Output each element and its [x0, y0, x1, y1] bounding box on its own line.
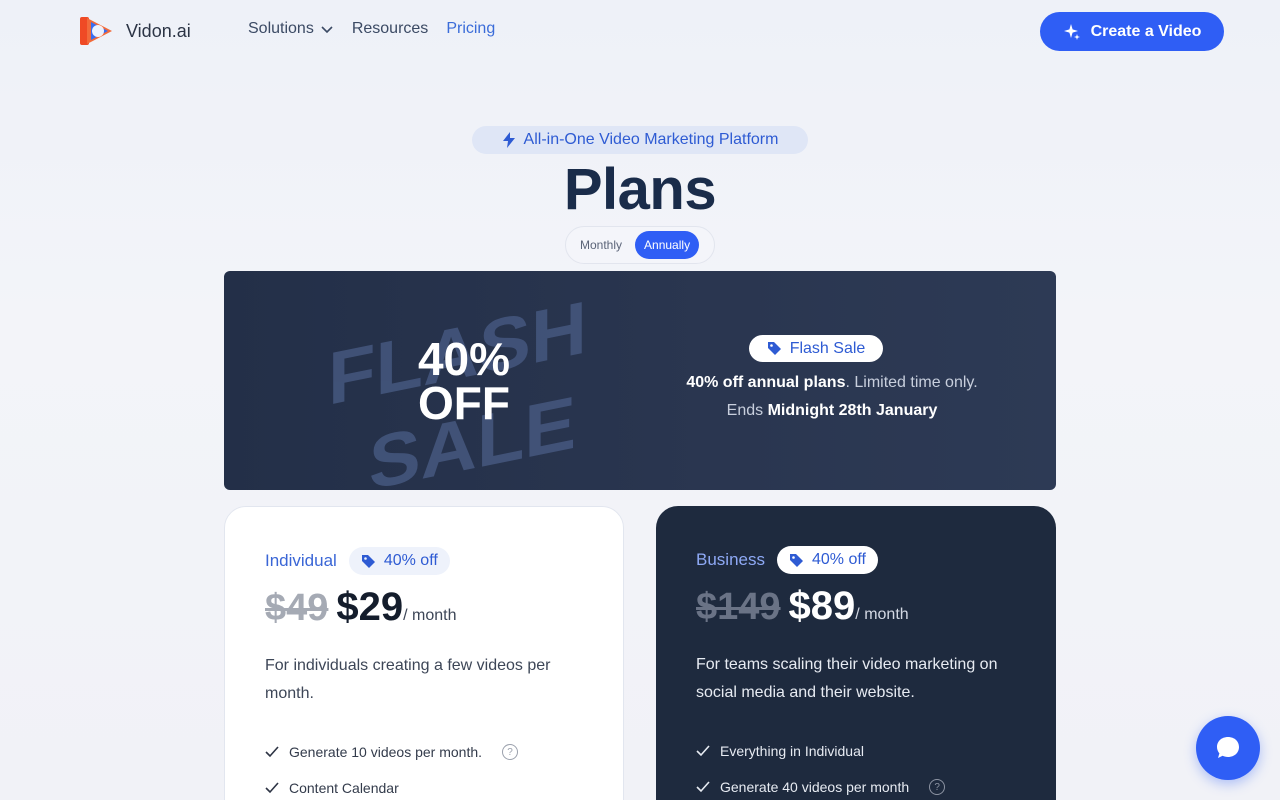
flash-sale-banner: FLASH SALE 40% OFF Flash Sale 40% off an… — [224, 271, 1056, 490]
old-price: $49 — [265, 587, 329, 629]
nav-item-label: Solutions — [248, 20, 314, 37]
sale-detail-rest: . Limited time only. — [845, 374, 978, 391]
plan-card-individual: Individual 40% off $49 $29 / month For i… — [224, 506, 624, 800]
billing-toggle: Monthly Annually — [565, 226, 715, 264]
feature-item: Content Calendar — [265, 770, 583, 800]
discount-label: 40% off — [811, 551, 866, 568]
platform-badge: All-in-One Video Marketing Platform — [472, 126, 808, 154]
tag-icon — [789, 553, 803, 567]
feature-label: Content Calendar — [289, 780, 399, 796]
badge-label: All-in-One Video Marketing Platform — [523, 131, 779, 148]
help-icon[interactable]: ? — [929, 779, 946, 795]
sparkle-icon — [1063, 23, 1080, 40]
check-icon — [696, 781, 710, 793]
sale-end-bold: Midnight 28th January — [767, 402, 938, 419]
feature-item: Generate 40 videos per month ? — [696, 769, 1016, 800]
nav-item-label: Pricing — [446, 20, 496, 37]
plan-description: For individuals creating a few videos pe… — [265, 657, 551, 702]
chat-widget-button[interactable] — [1196, 716, 1260, 780]
brand-name: Vidon.ai — [126, 20, 191, 41]
discount-chip: 40% off — [348, 547, 450, 575]
nav-item-resources[interactable]: Resources — [352, 20, 428, 38]
check-icon — [265, 746, 279, 758]
tag-icon — [361, 554, 375, 568]
sale-end-date: Ends Midnight 28th January — [224, 402, 1056, 420]
feature-label: Generate 40 videos per month — [720, 779, 910, 795]
logo-icon — [80, 17, 112, 45]
old-price: $149 — [696, 586, 781, 628]
feature-list: Everything in Individual Generate 40 vid… — [696, 733, 1016, 800]
brand-logo[interactable]: Vidon.ai — [80, 16, 191, 46]
top-nav: Vidon.ai Solutions Resources Pricing Cre… — [0, 0, 1280, 62]
tag-icon — [767, 342, 781, 355]
sale-detail-bold: 40% off annual plans — [686, 374, 846, 391]
discount-label: 40% off — [383, 552, 438, 569]
chat-bubble-icon — [1217, 737, 1239, 758]
feature-label: Everything in Individual — [720, 743, 864, 759]
lightning-icon — [502, 132, 515, 148]
new-price: $89 — [788, 584, 856, 628]
plan-card-business: Business 40% off $149 $89 / month For te… — [656, 506, 1056, 800]
nav-links: Solutions Resources Pricing — [248, 20, 495, 38]
plan-name: Business — [696, 550, 765, 569]
create-video-button[interactable]: Create a Video — [1040, 12, 1224, 51]
flash-sale-chip: Flash Sale — [749, 335, 883, 362]
page-title: Plans — [563, 157, 717, 222]
feature-item: Generate 10 videos per month. ? — [265, 734, 583, 770]
plan-description: For teams scaling their video marketing … — [696, 656, 998, 701]
new-price: $29 — [336, 585, 404, 629]
toggle-monthly[interactable]: Monthly — [571, 231, 631, 259]
create-video-label: Create a Video — [1090, 22, 1202, 40]
check-icon — [696, 745, 710, 757]
price-period: / month — [855, 606, 909, 623]
help-icon[interactable]: ? — [502, 744, 519, 760]
feature-list: Generate 10 videos per month. ? Content … — [265, 734, 583, 800]
sale-details: 40% off annual plans. Limited time only. — [224, 374, 1056, 392]
plan-name: Individual — [265, 551, 337, 570]
flash-sale-label: Flash Sale — [789, 339, 866, 357]
nav-item-solutions[interactable]: Solutions — [248, 20, 334, 38]
nav-item-pricing[interactable]: Pricing — [446, 20, 495, 38]
discount-chip: 40% off — [776, 546, 878, 574]
chevron-down-icon — [321, 26, 333, 34]
feature-item: Everything in Individual — [696, 733, 1016, 769]
nav-item-label: Resources — [351, 20, 429, 37]
toggle-annually[interactable]: Annually — [635, 231, 700, 259]
feature-label: Generate 10 videos per month. — [289, 744, 483, 760]
price-period: / month — [403, 607, 457, 624]
sale-end-prefix: Ends — [726, 402, 768, 419]
check-icon — [265, 782, 279, 794]
